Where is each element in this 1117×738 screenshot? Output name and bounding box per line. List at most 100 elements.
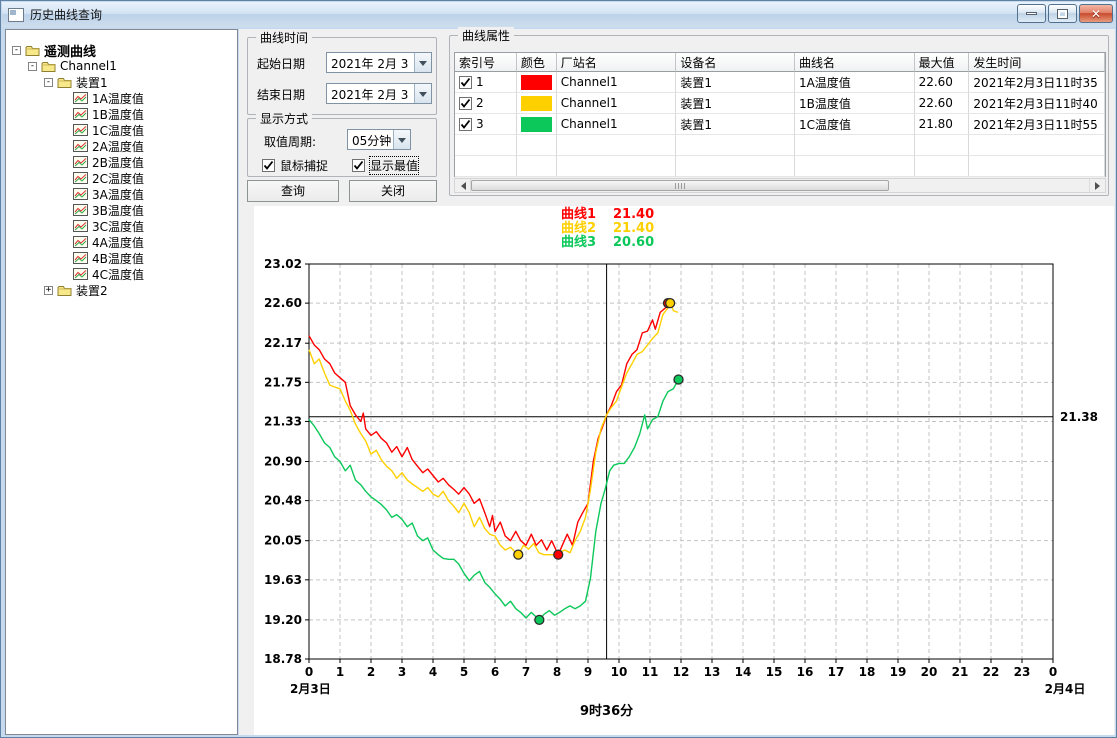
tree-item-4B温度值[interactable]: 4B温度值	[6, 250, 237, 266]
scroll-left-button[interactable]	[455, 179, 471, 192]
titlebar[interactable]: 历史曲线查询	[2, 2, 1115, 27]
legend-value: 21.40	[613, 208, 654, 222]
tree-item-1A温度值[interactable]: 1A温度值	[6, 90, 237, 106]
table-cell	[455, 135, 517, 156]
check-icon	[263, 160, 274, 171]
tree-item-4C温度值[interactable]: 4C温度值	[6, 266, 237, 282]
arrow-left-icon	[457, 182, 466, 190]
row-checkbox[interactable]	[459, 97, 472, 110]
scrollbar-thumb[interactable]	[471, 180, 889, 191]
x-tick-label: 17	[828, 665, 845, 679]
minimize-icon	[1026, 12, 1037, 15]
table-row[interactable]: 3Channel1装置11C温度值21.802021年2月3日11时55	[455, 114, 1105, 135]
restore-button[interactable]	[1048, 4, 1077, 23]
tree-item-label: 1C温度值	[92, 122, 144, 139]
period-dropdown-button[interactable]	[393, 130, 410, 149]
table-cell	[455, 156, 517, 177]
table-cell	[676, 156, 795, 177]
table-empty-row	[455, 156, 1105, 177]
y-tick-label: 21.75	[264, 375, 302, 389]
check-icon	[460, 119, 471, 130]
period-combobox[interactable]: 05分钟	[347, 129, 411, 150]
tree-item-2C温度值[interactable]: 2C温度值	[6, 170, 237, 186]
extreme-marker-曲线3	[535, 615, 544, 624]
y-tick-label: 19.20	[264, 613, 302, 627]
tree-item-1B温度值[interactable]: 1B温度值	[6, 106, 237, 122]
curve-icon	[73, 204, 88, 216]
tree-item-3B温度值[interactable]: 3B温度值	[6, 202, 237, 218]
table-cell	[915, 156, 970, 177]
table-cell: 2021年2月3日11时35	[969, 72, 1105, 93]
check-icon	[353, 160, 364, 171]
tree-item-Channel1[interactable]: -Channel1	[6, 58, 237, 74]
legend-value: 21.40	[613, 222, 654, 236]
x-tick-label: 18	[859, 665, 876, 679]
tree-expander[interactable]: -	[28, 62, 37, 71]
curve-icon	[73, 92, 88, 104]
arrow-right-icon	[1095, 182, 1104, 190]
start-date-combobox[interactable]: 2021年 2月 3	[326, 52, 432, 73]
end-date-value: 2021年 2月 3	[327, 84, 414, 103]
curve-icon	[73, 124, 88, 136]
tree-item-label: 4C温度值	[92, 266, 144, 283]
window-title: 历史曲线查询	[30, 6, 102, 23]
tree-item-3C温度值[interactable]: 3C温度值	[6, 218, 237, 234]
tree-item-遥测曲线[interactable]: -遥测曲线	[6, 42, 237, 58]
table-row[interactable]: 1Channel1装置11A温度值22.602021年2月3日11时35	[455, 72, 1105, 93]
close-button[interactable]: ✕	[1079, 4, 1113, 23]
tree-expander[interactable]: +	[44, 286, 53, 295]
tree-expander[interactable]: -	[12, 46, 21, 55]
x-tick-label: 11	[642, 665, 659, 679]
curve-properties-title: 曲线属性	[458, 27, 514, 44]
table-cell: 3	[455, 114, 517, 135]
end-date-combobox[interactable]: 2021年 2月 3	[326, 83, 432, 104]
y-tick-label: 23.02	[264, 257, 302, 271]
legend-name: 曲线3	[561, 236, 613, 250]
mouse-capture-label: 鼠标捕捉	[280, 157, 328, 174]
show-extremes-label: 显示最值	[370, 157, 418, 174]
table-cell	[915, 135, 970, 156]
tree-item-装置2[interactable]: +装置2	[6, 282, 237, 298]
display-mode-groupbox: 显示方式 取值周期: 05分钟 鼠标捕捉 显示最值	[247, 118, 437, 177]
tree-item-2A温度值[interactable]: 2A温度值	[6, 138, 237, 154]
tree-item-2B温度值[interactable]: 2B温度值	[6, 154, 237, 170]
table-cell: 22.60	[915, 93, 970, 114]
extreme-marker-曲线3	[674, 375, 683, 384]
table-hscrollbar[interactable]	[454, 178, 1106, 193]
x-tick-label: 0	[305, 665, 313, 679]
x-tick-label: 15	[766, 665, 783, 679]
show-extremes-checkbox[interactable]	[352, 159, 365, 172]
chart-panel: 23.0222.6022.1721.7521.3320.9020.4820.05…	[254, 206, 1114, 735]
close-dialog-button[interactable]: 关闭	[349, 180, 437, 202]
curve-color-swatch	[521, 75, 552, 90]
start-date-dropdown-button[interactable]	[414, 53, 431, 72]
table-cell: 装置1	[676, 72, 795, 93]
row-checkbox[interactable]	[459, 118, 472, 131]
date-label-left: 2月3日	[290, 682, 331, 696]
curve-icon	[73, 188, 88, 200]
curve-icon	[73, 252, 88, 264]
table-cell	[969, 135, 1105, 156]
curve-icon	[73, 268, 88, 280]
mouse-capture-checkbox[interactable]	[262, 159, 275, 172]
tree-expander[interactable]: -	[44, 78, 53, 87]
x-tick-label: 5	[460, 665, 468, 679]
scroll-right-button[interactable]	[1089, 179, 1105, 192]
start-date-value: 2021年 2月 3	[327, 53, 414, 72]
table-header-cell: 曲线名	[795, 53, 915, 72]
tree-item-装置1[interactable]: -装置1	[6, 74, 237, 90]
row-checkbox[interactable]	[459, 76, 472, 89]
curve-tree: -遥测曲线-Channel1-装置11A温度值1B温度值1C温度值2A温度值2B…	[5, 29, 238, 735]
tree-item-3A温度值[interactable]: 3A温度值	[6, 186, 237, 202]
query-button[interactable]: 查询	[247, 180, 339, 202]
history-curve-chart[interactable]: 23.0222.6022.1721.7521.3320.9020.4820.05…	[254, 206, 1114, 735]
curve-icon	[73, 172, 88, 184]
table-row[interactable]: 2Channel1装置11B温度值22.602021年2月3日11时40	[455, 93, 1105, 114]
tree-item-label: 3B温度值	[92, 202, 144, 219]
tree-item-4A温度值[interactable]: 4A温度值	[6, 234, 237, 250]
minimize-button[interactable]	[1017, 4, 1046, 23]
end-date-dropdown-button[interactable]	[414, 84, 431, 103]
table-cell: 2	[455, 93, 517, 114]
curve-time-groupbox: 曲线时间 起始日期 2021年 2月 3 结束日期 2021年 2月 3	[247, 37, 437, 115]
tree-item-1C温度值[interactable]: 1C温度值	[6, 122, 237, 138]
